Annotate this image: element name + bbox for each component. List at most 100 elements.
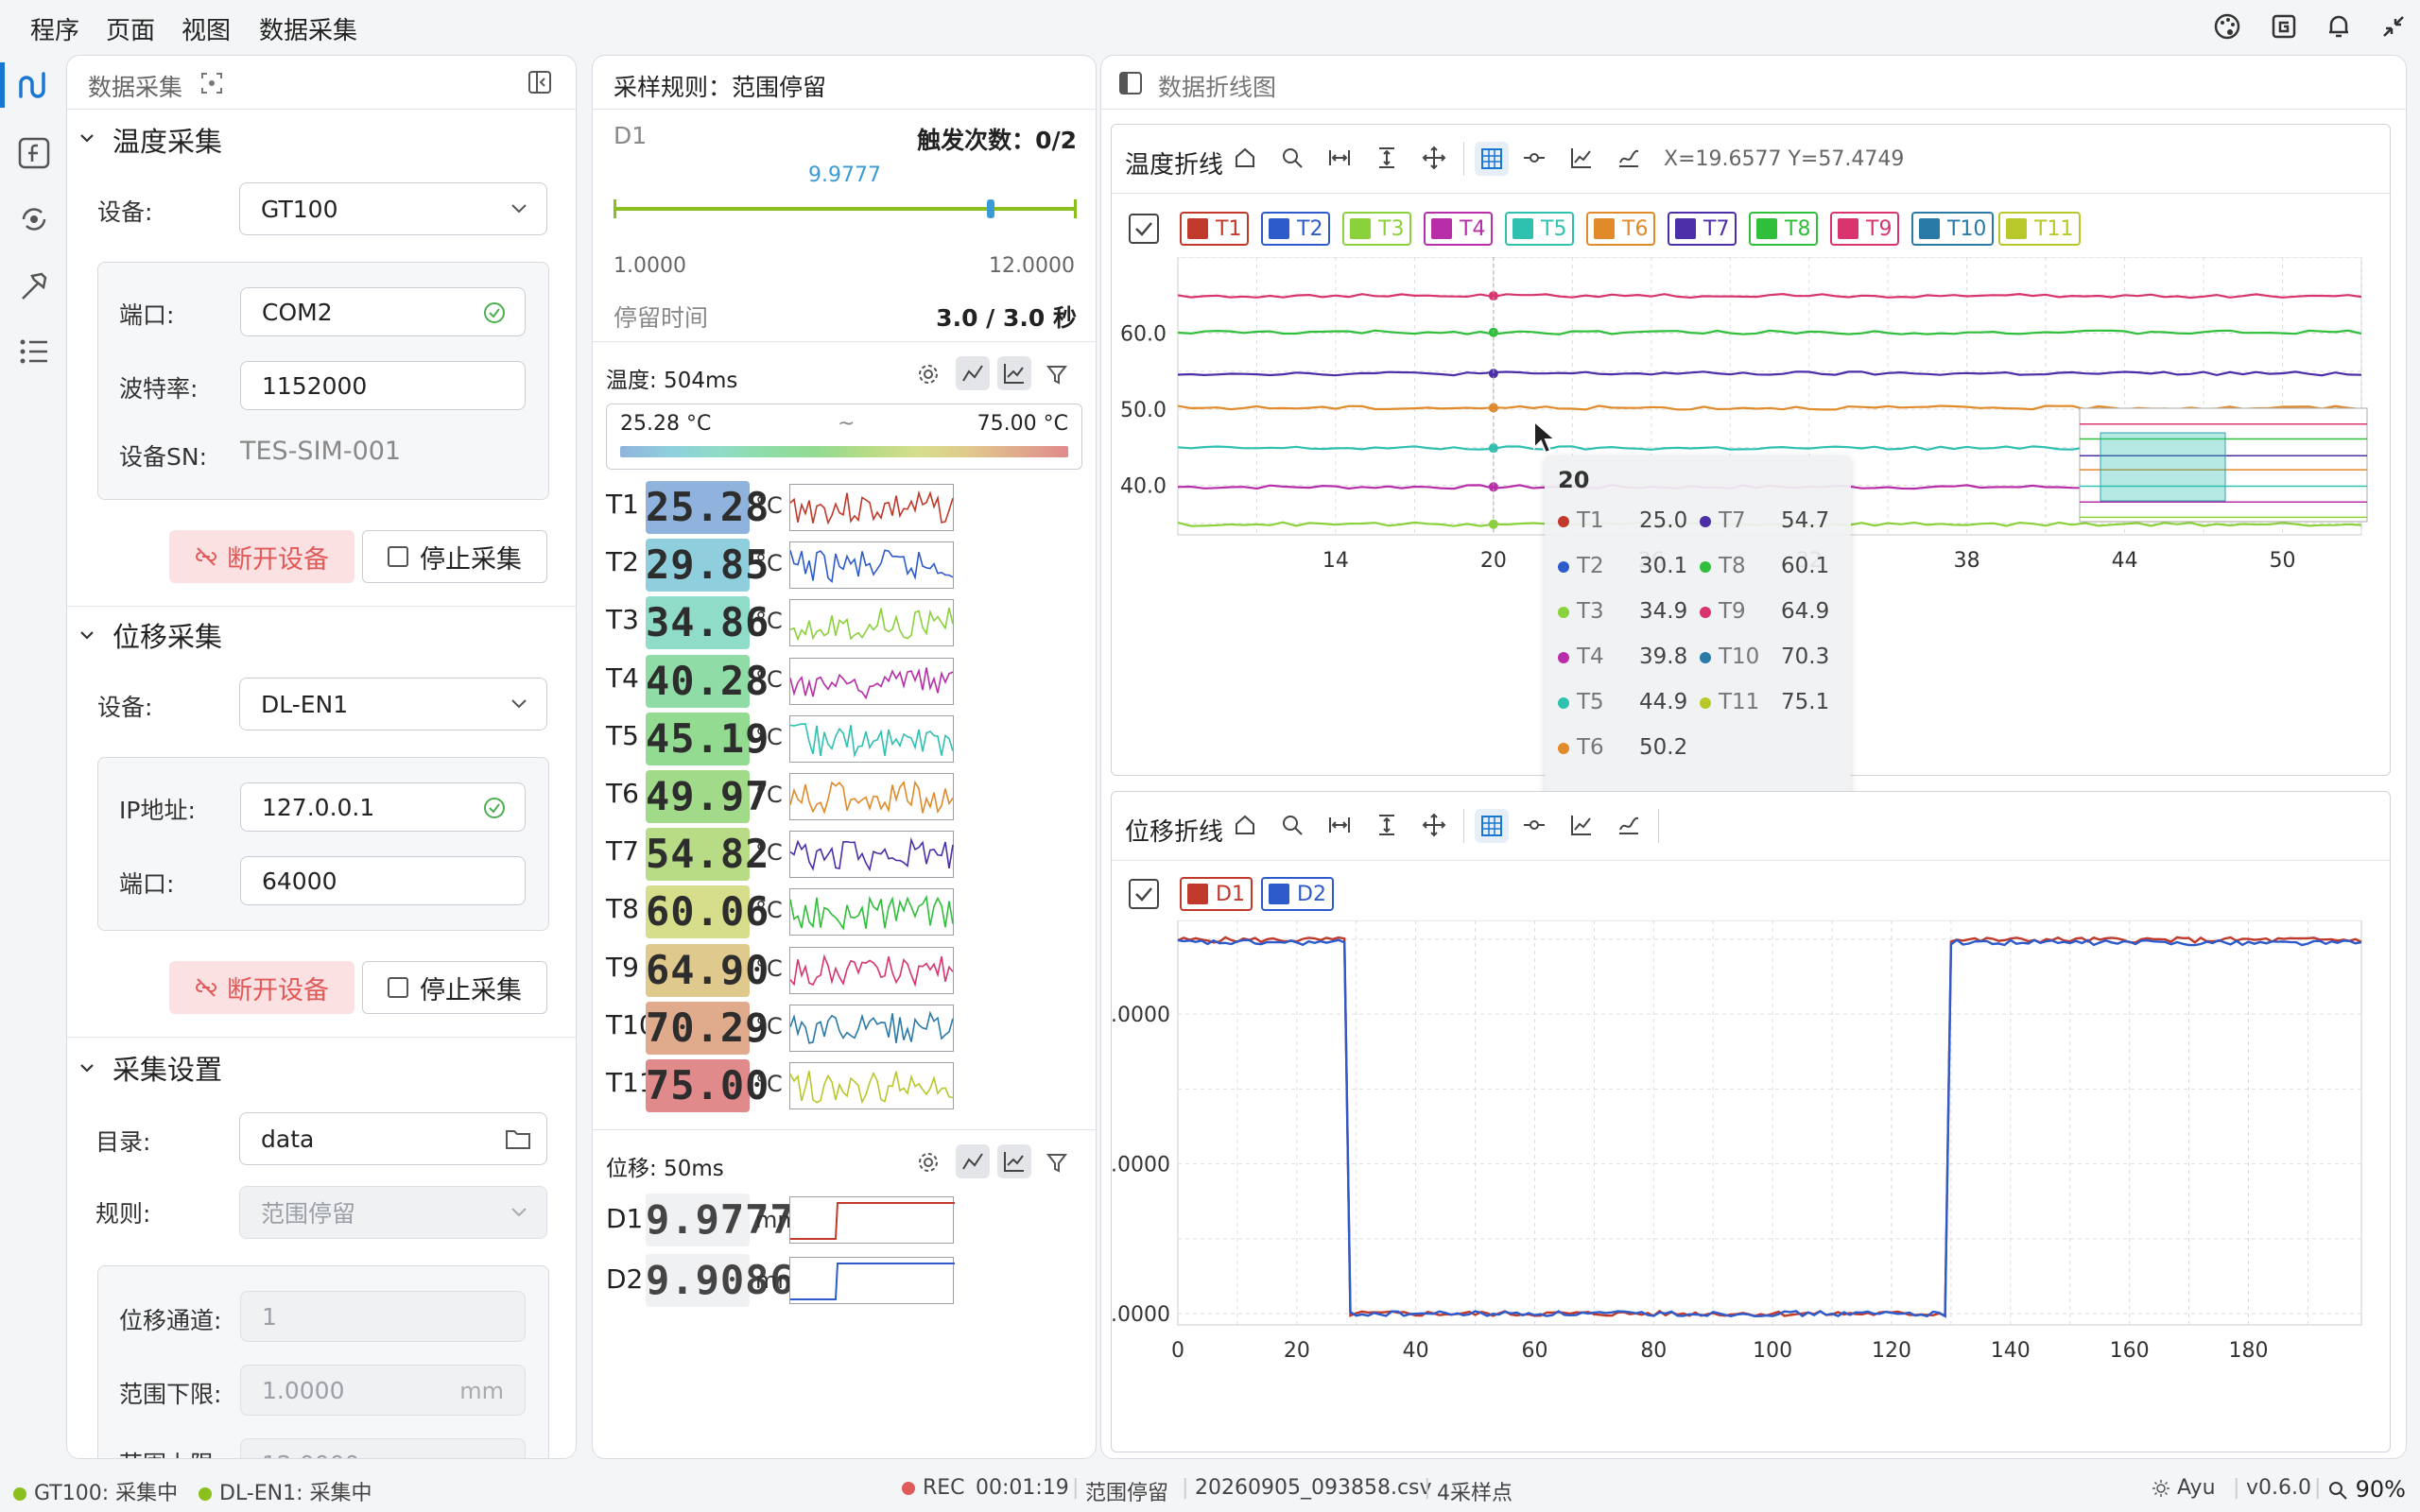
legend-label: T11: [2034, 216, 2074, 241]
sync-icon[interactable]: [15, 200, 53, 238]
line-chart-icon[interactable]: [1569, 146, 1594, 170]
chevron-down-icon[interactable]: [78, 627, 95, 644]
fit-y-icon[interactable]: [1374, 146, 1399, 170]
legend-item[interactable]: T7: [1668, 212, 1737, 246]
function-icon[interactable]: [15, 134, 53, 172]
disp-device-select[interactable]: DL-EN1: [239, 678, 547, 730]
smooth-icon[interactable]: [1616, 813, 1641, 837]
screenshot-icon[interactable]: [199, 71, 224, 95]
disp-chart-plot[interactable]: 0.0000 4.0000 8.0000 0 20 40 60 80 100 120 140 160 1…: [1112, 920, 2392, 1450]
chart-toggle-icon[interactable]: [997, 356, 1031, 390]
theme-switch[interactable]: Ayu: [2152, 1476, 2216, 1500]
sidebar-icon[interactable]: [1118, 71, 1143, 95]
fit-x-icon[interactable]: [1327, 146, 1352, 170]
stop-temp-button[interactable]: 停止采集: [362, 530, 547, 583]
bell-icon[interactable]: [2324, 11, 2354, 42]
dir-field[interactable]: data: [239, 1112, 547, 1165]
temp-section-title[interactable]: 温度采集: [112, 120, 222, 160]
fit-x-icon[interactable]: [1327, 813, 1352, 837]
gear-icon[interactable]: [916, 362, 941, 387]
filter-icon[interactable]: [1045, 1150, 1069, 1175]
temp-unit: °C: [755, 492, 783, 519]
dlen1-status[interactable]: DL-EN1: 采集中: [199, 1476, 372, 1506]
palette-icon[interactable]: [2212, 11, 2242, 42]
slider-thumb[interactable]: [987, 199, 995, 218]
dwell-value: 3.0 / 3.0 秒: [936, 304, 1077, 332]
settings-section-title[interactable]: 采集设置: [112, 1048, 222, 1088]
filter-icon[interactable]: [1045, 362, 1069, 387]
stop-disp-button[interactable]: 停止采集: [362, 961, 547, 1014]
legend-toggle-all[interactable]: [1129, 214, 1159, 244]
disp-port-field[interactable]: 64000: [240, 856, 526, 905]
sidebar-toggle-icon[interactable]: [527, 69, 553, 95]
baud-field[interactable]: 1152000: [240, 361, 526, 410]
gear-icon[interactable]: [916, 1150, 941, 1175]
rule-select[interactable]: 范围停留: [239, 1186, 547, 1239]
stop-label: 停止采集: [420, 975, 522, 1005]
list-icon[interactable]: [15, 333, 53, 370]
tooltip-dot: [1558, 696, 1569, 709]
legend-item[interactable]: D1: [1180, 877, 1253, 911]
wave-toggle-icon[interactable]: [956, 356, 990, 390]
wave-toggle-icon[interactable]: [956, 1144, 990, 1178]
legend-item[interactable]: T5: [1505, 212, 1575, 246]
disconnect-temp-button[interactable]: 断开设备: [169, 530, 354, 583]
legend-item[interactable]: T10: [1911, 212, 1995, 246]
legend-item[interactable]: T4: [1424, 212, 1494, 246]
chart-toggle-icon[interactable]: [997, 1144, 1031, 1178]
tooltip-value: 30.1: [1639, 554, 1688, 578]
sparkline-path: [790, 549, 954, 584]
check-circle-icon: [484, 798, 505, 818]
wave-icon[interactable]: [15, 66, 53, 104]
disconnect-disp-button[interactable]: 断开设备: [169, 961, 354, 1014]
legend-item[interactable]: T1: [1180, 212, 1250, 246]
disp-section-title[interactable]: 位移采集: [112, 615, 222, 655]
chevron-down-icon[interactable]: [78, 129, 95, 146]
marker-icon[interactable]: [1522, 813, 1547, 837]
tooltip-name: T4: [1577, 644, 1604, 669]
smooth-icon[interactable]: [1616, 146, 1641, 170]
menu-page[interactable]: 页面: [106, 11, 155, 46]
menu-data-acq[interactable]: 数据采集: [259, 11, 357, 46]
ip-field[interactable]: 127.0.0.1: [240, 782, 526, 832]
hammer-icon[interactable]: [15, 266, 53, 304]
grid-icon[interactable]: [1475, 809, 1509, 843]
temp-device-select[interactable]: GT100: [239, 182, 547, 235]
pan-icon[interactable]: [1422, 146, 1446, 170]
upper-field[interactable]: 12.0000: [240, 1438, 526, 1458]
legend-item[interactable]: T6: [1586, 212, 1656, 246]
legend-toggle-all[interactable]: [1129, 879, 1159, 909]
line-chart-icon[interactable]: [1569, 813, 1594, 837]
zoom-icon[interactable]: [1280, 813, 1305, 837]
temp-device-value: GT100: [261, 195, 338, 223]
zoom-icon[interactable]: [1280, 146, 1305, 170]
pan-icon[interactable]: [1422, 813, 1446, 837]
legend-label: T8: [1785, 216, 1811, 241]
collapse-icon[interactable]: [2378, 11, 2409, 42]
legend-item[interactable]: T3: [1342, 212, 1412, 246]
legend-item[interactable]: T8: [1749, 212, 1819, 246]
home-icon[interactable]: [1233, 813, 1257, 837]
zoom-level[interactable]: 90%: [2327, 1476, 2406, 1503]
chevron-down-icon[interactable]: [78, 1059, 95, 1076]
legend-item[interactable]: T11: [1998, 212, 2082, 246]
channel-name: D1: [614, 122, 648, 149]
tooltip-row: T8 60.1: [1700, 554, 1841, 578]
github-icon[interactable]: [2269, 11, 2299, 42]
status-file[interactable]: 20260905_093858.csv: [1195, 1476, 1432, 1500]
menu-program[interactable]: 程序: [30, 11, 79, 46]
fit-y-icon[interactable]: [1374, 813, 1399, 837]
lower-field[interactable]: 1.0000 mm: [240, 1365, 526, 1416]
menu-view[interactable]: 视图: [182, 11, 231, 46]
marker-icon[interactable]: [1522, 146, 1547, 170]
port-field[interactable]: COM2: [240, 287, 526, 336]
channel-field[interactable]: 1: [240, 1291, 526, 1342]
menu-bar: 程序 页面 视图 数据采集: [0, 0, 2420, 53]
legend-item[interactable]: T9: [1830, 212, 1900, 246]
gt100-status[interactable]: GT100: 采集中: [13, 1476, 178, 1506]
home-icon[interactable]: [1233, 146, 1257, 170]
legend-item[interactable]: D2: [1261, 877, 1334, 911]
grid-icon[interactable]: [1475, 142, 1509, 176]
range-slider[interactable]: [614, 198, 1077, 220]
legend-item[interactable]: T2: [1261, 212, 1331, 246]
